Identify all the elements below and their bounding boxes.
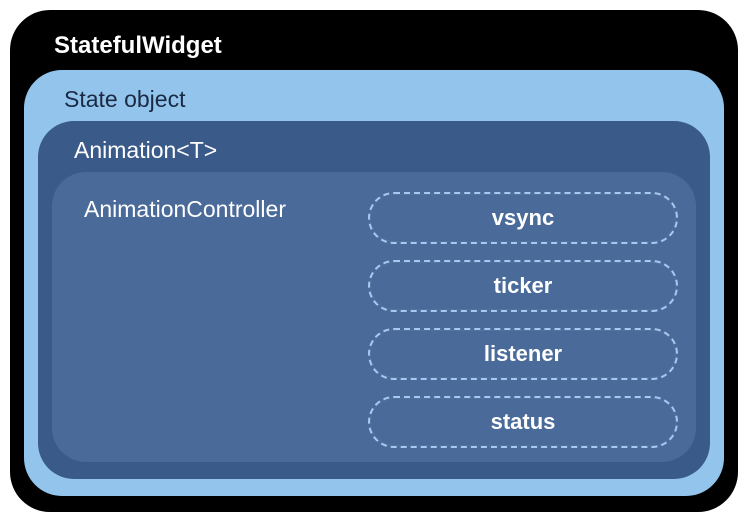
listener-pill: listener [368, 328, 678, 380]
animation-controller-title: AnimationController [70, 190, 356, 448]
status-pill: status [368, 396, 678, 448]
animation-box: Animation<T> AnimationController vsync t… [38, 121, 710, 479]
vsync-pill: vsync [368, 192, 678, 244]
state-object-box: State object Animation<T> AnimationContr… [24, 70, 724, 496]
stateful-widget-box: StatefulWidget State object Animation<T>… [10, 10, 738, 512]
animation-title: Animation<T> [52, 133, 696, 172]
animation-controller-box: AnimationController vsync ticker listene… [52, 172, 696, 462]
property-pills: vsync ticker listener status [368, 190, 678, 448]
stateful-widget-title: StatefulWidget [24, 24, 724, 70]
state-object-title: State object [38, 82, 710, 121]
ticker-pill: ticker [368, 260, 678, 312]
